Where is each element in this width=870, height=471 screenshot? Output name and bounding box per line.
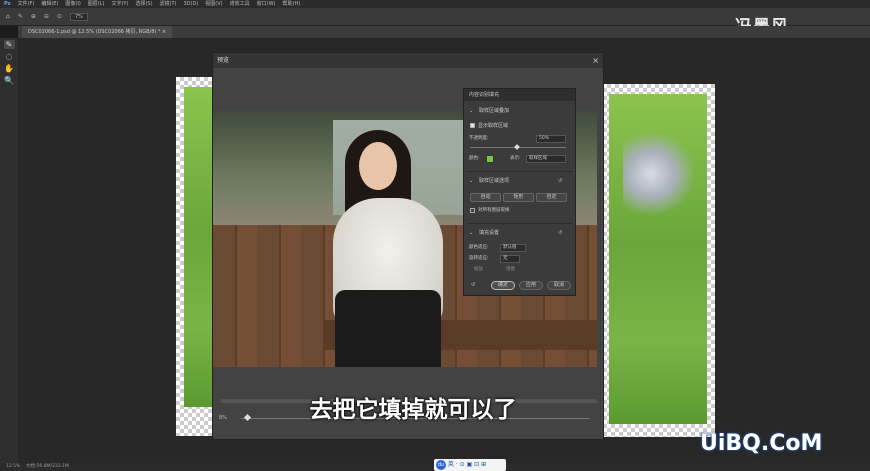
opacity-slider-thumb[interactable] xyxy=(514,144,520,150)
menu-type[interactable]: 文字(Y) xyxy=(111,0,128,8)
content-aware-fill-panel: 内容识别填充 ⌄ 取样区域叠加 显示取样区域 不透明度: 50% 颜色: 表示:… xyxy=(463,88,576,296)
color-adapt-label: 颜色适应: xyxy=(469,245,489,250)
lasso-tool-icon[interactable]: ◌ xyxy=(4,52,15,61)
reset-icon[interactable]: ↺ xyxy=(471,281,475,289)
blurred-background-figure xyxy=(623,134,693,214)
preview-close-icon[interactable]: × xyxy=(592,53,599,68)
menu-edit[interactable]: 编辑(E) xyxy=(41,0,58,8)
scale-label: 缩放 xyxy=(474,267,483,272)
menu-image[interactable]: 图像(I) xyxy=(65,0,80,8)
section-fill-settings: 填充设置 xyxy=(479,230,500,236)
document-tab[interactable]: DSC02066-1.psd @ 12.5% (DSC02066 拷贝, RGB… xyxy=(22,26,173,38)
preview-title-bar[interactable]: 预览 xyxy=(213,53,603,68)
menu-help[interactable]: 帮助(H) xyxy=(283,0,301,8)
photo-pants xyxy=(335,290,441,367)
show-sampling-label: 显示取样区域 xyxy=(478,123,509,129)
brush-tool-icon[interactable]: ✎ xyxy=(18,13,23,20)
cancel-button[interactable]: 取消 xyxy=(547,281,571,290)
panel-title: 内容识别填充 xyxy=(464,89,575,101)
baidu-ime-icon[interactable]: du xyxy=(436,459,446,470)
menu-plugins[interactable]: 增效工具 xyxy=(230,0,250,8)
rectangular-button[interactable]: 矩形 xyxy=(503,193,534,202)
opacity-label: 不透明度: xyxy=(469,136,489,141)
document-tab-bar: DSC02066-1.psd @ 12.5% (DSC02066 拷贝, RGB… xyxy=(18,26,870,38)
separator xyxy=(468,171,573,172)
indicates-label: 表示: xyxy=(510,156,521,161)
custom-button[interactable]: 自定 xyxy=(536,193,567,202)
size-icon: ⊙ xyxy=(56,13,62,20)
sampling-overlay-left xyxy=(184,87,212,407)
home-icon[interactable]: ⌂ xyxy=(6,13,10,20)
menu-layer[interactable]: 图层(L) xyxy=(88,0,105,8)
color-label: 颜色: xyxy=(469,156,480,161)
video-subtitle: 去把它填掉就可以了 xyxy=(309,397,517,423)
brush-tool-icon[interactable]: ✎ xyxy=(3,40,15,49)
menu-filter[interactable]: 滤镜(T) xyxy=(160,0,177,8)
menu-file[interactable]: 文件(F) xyxy=(18,0,35,8)
sample-all-layers-label: 对所有图层取样 xyxy=(478,208,510,213)
section-sampling-overlay: 取样区域叠加 xyxy=(479,108,510,114)
status-doc-size: 文档:56.8M/233.1M xyxy=(26,464,69,469)
zoom-field[interactable]: 7% xyxy=(69,12,88,21)
apply-button[interactable]: 应用 xyxy=(519,281,543,290)
section-sampling-options: 取样区域选项 xyxy=(479,178,510,184)
reset-icon[interactable]: ↺ xyxy=(558,177,562,185)
preview-title: 预览 xyxy=(217,57,230,64)
status-zoom: 12.5% xyxy=(6,464,21,469)
document-right-edge xyxy=(603,84,715,437)
rotation-adapt-label: 旋转适应: xyxy=(469,256,489,261)
menu-3d[interactable]: 3D(D) xyxy=(184,0,199,8)
separator xyxy=(468,223,573,224)
add-icon[interactable]: ⊕ xyxy=(31,13,36,20)
sample-all-layers-checkbox[interactable] xyxy=(470,208,475,213)
photo-face xyxy=(359,142,397,190)
photoshop-logo: Ps xyxy=(4,1,11,7)
subtract-icon[interactable]: ⊖ xyxy=(44,13,49,20)
show-sampling-checkbox[interactable] xyxy=(470,123,475,128)
tab-close-icon[interactable]: × xyxy=(162,29,166,35)
opacity-field[interactable]: 50% xyxy=(536,135,566,143)
menu-view[interactable]: 视图(V) xyxy=(205,0,222,8)
ok-button[interactable]: 确定 xyxy=(491,281,515,290)
document-tab-label: DSC02066-1.psd @ 12.5% (DSC02066 拷贝, RGB… xyxy=(28,29,161,35)
site-watermark: UiBQ.CoM xyxy=(700,431,823,456)
tool-panel: ✎ ◌ ✋ 🔍 xyxy=(0,38,18,463)
color-adapt-select[interactable]: 默认值 xyxy=(500,244,526,252)
menu-select[interactable]: 选择(S) xyxy=(135,0,152,8)
menu-bar: Ps 文件(F) 编辑(E) 图像(I) 图层(L) 文字(Y) 选择(S) 滤… xyxy=(0,0,870,8)
indicates-select[interactable]: 取样区域 xyxy=(526,155,566,163)
auto-button[interactable]: 自动 xyxy=(470,193,501,202)
hand-tool-icon[interactable]: ✋ xyxy=(4,64,15,73)
document-left-edge xyxy=(176,77,212,436)
rotation-adapt-select[interactable]: 无 xyxy=(500,255,520,263)
reset-icon[interactable]: ↺ xyxy=(558,229,562,237)
menu-window[interactable]: 窗口(W) xyxy=(257,0,276,8)
mirror-label: 镜像 xyxy=(506,267,515,272)
ime-toolbar[interactable]: du 英 · ⊙ ▣ ⊡ ⊞ xyxy=(434,459,506,471)
section-collapse-icon[interactable]: ⌄ xyxy=(469,177,473,185)
section-collapse-icon[interactable]: ⌄ xyxy=(469,229,473,237)
ime-status[interactable]: 英 · ⊙ ▣ ⊡ ⊞ xyxy=(448,461,486,468)
section-collapse-icon[interactable]: ⌄ xyxy=(469,107,473,115)
zoom-tool-icon[interactable]: 🔍 xyxy=(4,76,15,85)
overlay-color-swatch[interactable] xyxy=(486,155,494,163)
